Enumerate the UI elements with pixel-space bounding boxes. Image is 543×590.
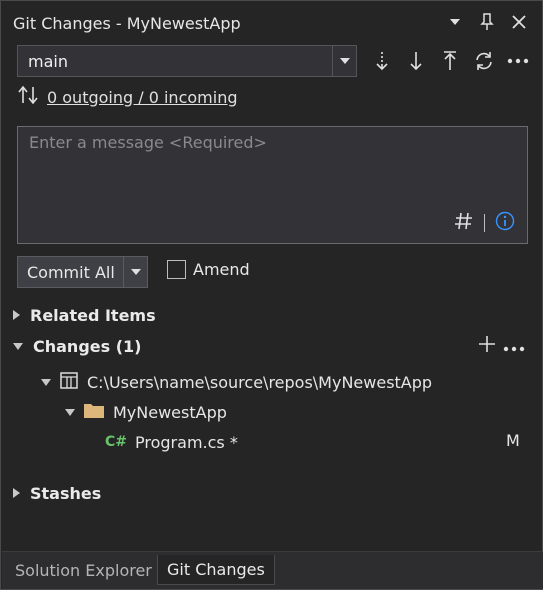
changes-section[interactable]: Changes (1) [13,334,141,358]
chevron-down-icon[interactable] [444,10,466,34]
pin-icon[interactable] [476,10,498,34]
sync-status: 0 outgoing / 0 incoming [17,85,237,109]
commit-message-input[interactable]: Enter a message <Required> [17,126,528,244]
tree-item-repo[interactable]: C:\Users\name\source\repos\MyNewestApp [41,370,432,394]
title-actions [444,10,530,34]
tab-git-changes[interactable]: Git Changes [157,555,275,585]
title-bar: Git Changes - MyNewestApp [1,1,542,45]
repo-path: C:\Users\name\source\repos\MyNewestApp [87,372,433,392]
stashes-title: Stashes [30,483,102,503]
more-icon[interactable] [505,46,531,76]
tree-item-file[interactable]: C# Program.cs * [105,430,238,454]
sync-icon[interactable] [471,46,497,76]
changes-actions [477,334,525,358]
outgoing-incoming-link[interactable]: 0 outgoing / 0 incoming [47,88,237,107]
git-changes-panel: Git Changes - MyNewestApp main 0 outgoin… [0,0,543,590]
commit-all-button[interactable]: Commit All [18,257,124,287]
related-items-title: Related Items [30,305,156,325]
amend-option: Amend [167,260,250,279]
panel-title: Git Changes - MyNewestApp [13,13,241,33]
up-down-arrows-icon [17,85,39,109]
collapse-icon [13,342,23,350]
file-name: Program.cs * [135,432,238,452]
repository-icon [59,370,79,394]
info-icon[interactable] [495,211,515,235]
more-icon[interactable] [503,337,525,356]
message-tools [454,211,515,235]
collapse-icon [65,408,75,416]
bottom-tab-bar: Solution Explorer Git Changes [2,551,543,589]
collapse-icon [41,378,51,386]
csharp-file-icon: C# [105,434,128,450]
tree-item-folder[interactable]: MyNewestApp [65,400,227,424]
tab-solution-explorer[interactable]: Solution Explorer [6,555,161,585]
chevron-down-icon[interactable] [124,257,147,287]
plus-icon[interactable] [477,334,497,358]
chevron-down-icon[interactable] [332,46,356,76]
hash-icon[interactable] [454,211,474,235]
folder-name: MyNewestApp [113,402,227,422]
file-status: M [506,431,520,450]
commit-all-button-group: Commit All [17,256,148,288]
git-actions [369,45,531,77]
changes-title: Changes (1) [33,336,142,356]
close-icon[interactable] [508,10,530,34]
commit-message-placeholder: Enter a message <Required> [29,133,267,152]
stashes-section[interactable]: Stashes [13,481,101,505]
branch-name: main [28,51,68,71]
folder-icon [83,401,105,423]
fetch-icon[interactable] [369,46,395,76]
expand-icon [13,310,20,320]
pull-icon[interactable] [403,46,429,76]
amend-checkbox[interactable] [167,260,186,279]
related-items-section[interactable]: Related Items [13,303,156,327]
amend-label: Amend [193,260,250,279]
expand-icon [13,488,20,498]
push-icon[interactable] [437,46,463,76]
branch-dropdown[interactable]: main [17,45,357,77]
divider [484,214,485,232]
